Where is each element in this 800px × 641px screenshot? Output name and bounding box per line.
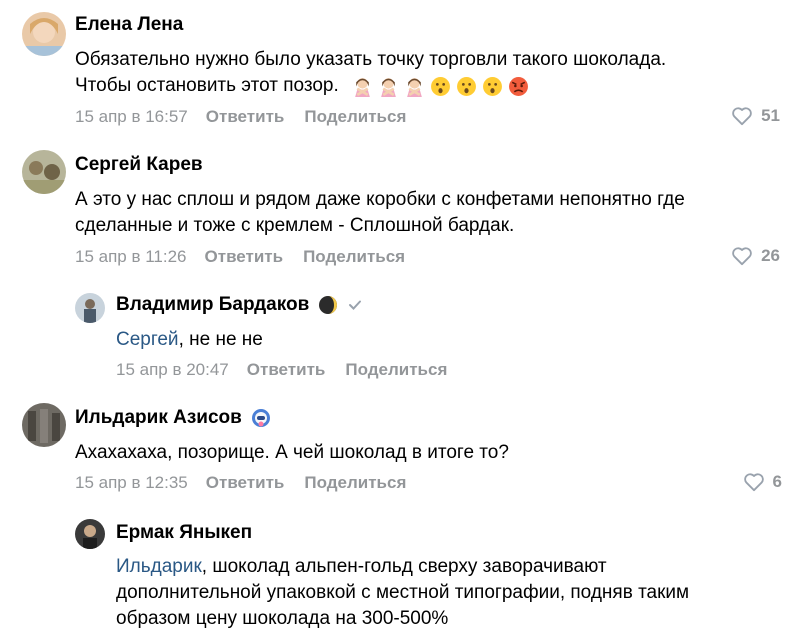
comment-meta: 15 апр в 16:57 Ответить Поделиться (75, 107, 426, 127)
comment-line: дополнительной упаковкой с местной типог… (116, 582, 690, 603)
hushed-face-icon (456, 76, 476, 96)
like-count: 26 (761, 246, 780, 265)
comment-author[interactable]: Владимир Бардаков (116, 294, 363, 316)
comment-author[interactable]: Сергей Карев (75, 154, 203, 176)
hushed-face-icon (430, 76, 450, 96)
comment-line: Ильдарик, шоколад альпен-гольд сверху за… (116, 554, 689, 580)
comment-line: Чтобы остановить этот позор. (75, 73, 666, 99)
comment-meta: 15 апр в 11:26 Ответить Поделиться (75, 247, 425, 267)
comment-line-text: Чтобы остановить этот позор. (75, 75, 339, 96)
comment-text: Ильдарик, шоколад альпен-гольд сверху за… (116, 554, 689, 632)
woman-gesturing-no-icon (354, 77, 370, 97)
reply-button[interactable]: Ответить (206, 473, 285, 493)
astronaut-badge-icon (251, 409, 270, 427)
avatar[interactable] (22, 403, 66, 447)
comment-author[interactable]: Ильдарик Азисов (75, 407, 272, 429)
heart-icon (732, 247, 752, 266)
comment-author[interactable]: Елена Лена (75, 14, 183, 36)
comment-text: Ахахахаха, позорище. А чей шоколад в ито… (75, 440, 509, 466)
comment-text-rest: , шоколад альпен-гольд сверху заворачива… (201, 556, 607, 577)
comment-date[interactable]: 15 апр в 12:35 (75, 473, 188, 493)
angry-face-icon (508, 76, 528, 96)
comment-text-rest: , не не не (178, 329, 263, 350)
heart-icon (743, 473, 764, 492)
moon-icon (319, 296, 338, 314)
avatar[interactable] (75, 293, 105, 323)
comment-line: Ахахахаха, позорище. А чей шоколад в ито… (75, 442, 509, 463)
comment-date[interactable]: 15 апр в 11:26 (75, 247, 187, 267)
reply-button[interactable]: Ответить (247, 360, 326, 380)
avatar[interactable] (22, 150, 66, 194)
verified-check-icon (349, 300, 362, 310)
like-button[interactable]: 51 (731, 106, 780, 126)
avatar[interactable] (22, 12, 66, 56)
mention-link[interactable]: Ильдарик (116, 556, 202, 577)
woman-gesturing-no-icon (380, 77, 396, 97)
comment-text: Обязательно нужно было указать точку тор… (75, 47, 666, 99)
comment-meta: 15 апр в 12:35 Ответить Поделиться (75, 473, 426, 493)
comment-date[interactable]: 15 апр в 16:57 (75, 107, 188, 127)
comment-meta: 15 апр в 20:47 Ответить Поделиться (116, 360, 467, 380)
comment-date[interactable]: 15 апр в 20:47 (116, 360, 229, 380)
reply-button[interactable]: Ответить (205, 247, 284, 267)
share-button[interactable]: Поделиться (304, 107, 406, 127)
hushed-face-icon (482, 76, 502, 96)
like-button[interactable]: 26 (731, 246, 780, 266)
heart-icon (732, 107, 752, 126)
comment-line: А это у нас сплош и рядом даже коробки с… (75, 189, 685, 210)
avatar[interactable] (75, 519, 105, 549)
comment-author[interactable]: Ермак Яныкеп (116, 522, 252, 544)
comment-text: Сергей, не не не (116, 327, 263, 353)
like-button[interactable]: 6 (743, 472, 782, 492)
share-button[interactable]: Поделиться (345, 360, 447, 380)
like-count: 51 (761, 106, 780, 125)
mention-link[interactable]: Сергей (116, 329, 179, 350)
woman-gesturing-no-icon (406, 77, 422, 97)
like-count: 6 (772, 472, 782, 491)
comment-line: образом цену шоколада на 300-500% (116, 608, 449, 629)
reply-button[interactable]: Ответить (206, 107, 285, 127)
share-button[interactable]: Поделиться (303, 247, 405, 267)
comment-line: сделанные и тоже с кремлем - Сплошной ба… (75, 215, 515, 236)
comment-line: Обязательно нужно было указать точку тор… (75, 49, 667, 70)
share-button[interactable]: Поделиться (304, 473, 406, 493)
comment-text: А это у нас сплош и рядом даже коробки с… (75, 187, 685, 239)
